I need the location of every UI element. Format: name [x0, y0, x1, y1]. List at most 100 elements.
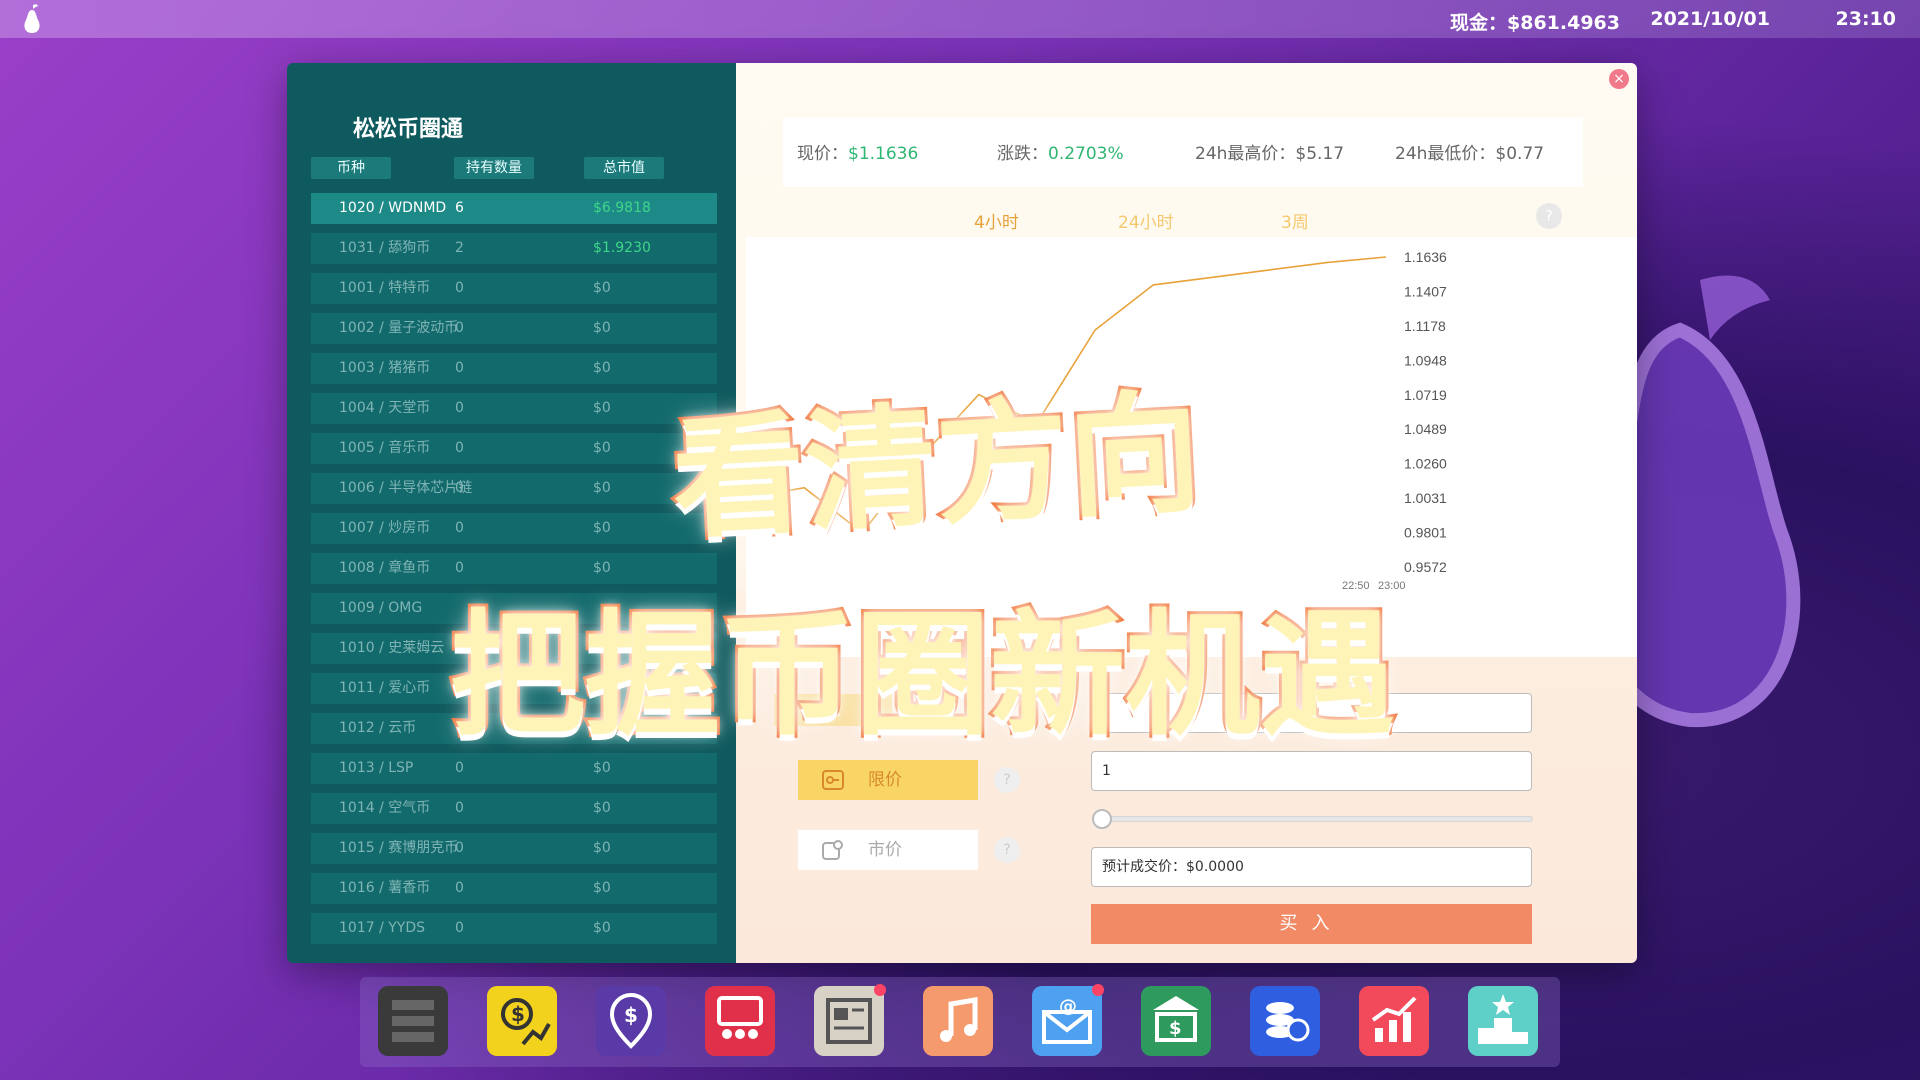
coin-name: 1010 / 史莱姆云 [339, 640, 445, 656]
coin-quantity: 0 [455, 360, 464, 376]
coin-name: 1013 / LSP [339, 760, 414, 776]
coin-value: $1.9230 [593, 240, 651, 256]
limit-help-icon[interactable]: ? [994, 767, 1020, 793]
app-title: 松松币圈通 [353, 117, 464, 142]
close-button[interactable]: × [1609, 69, 1629, 89]
coin-row[interactable]: 1002 / 量子波动币 0 $0 [311, 313, 717, 344]
coin-name: 1007 / 炒房币 [339, 520, 431, 536]
coin-name: 1011 / 爱心币 [339, 680, 431, 696]
price-stats: 现价：$1.1636 涨跌：0.2703% 24h最高价：$5.17 24h最低… [783, 117, 1583, 187]
market-order-label: 市价 [868, 840, 902, 860]
coin-value: $0 [593, 320, 611, 336]
coin-name: 1004 / 天堂币 [339, 400, 431, 416]
coin-name: 1008 / 章鱼币 [339, 560, 431, 576]
market-help-icon[interactable]: ? [994, 837, 1020, 863]
bank-icon[interactable]: $ [1141, 986, 1211, 1056]
date-display: 2021/10/01 [1650, 8, 1770, 30]
coin-row[interactable]: 1004 / 天堂币 0 $0 [311, 393, 717, 424]
coin-name: 1014 / 空气币 [339, 800, 431, 816]
newspaper-icon[interactable] [814, 984, 886, 1056]
coin-quantity: 6 [455, 200, 464, 216]
high-24h: 24h最高价：$5.17 [1195, 144, 1345, 164]
notification-badge [874, 984, 886, 996]
tab-4h[interactable]: 4小时 [974, 208, 1019, 233]
menu-bar: 现金：$861.4963 2021/10/01 23:10 [0, 0, 1920, 38]
stats-icon[interactable] [1359, 986, 1429, 1056]
column-header-coin: 币种 [311, 157, 391, 179]
y-tick-label: 1.1178 [1404, 318, 1446, 334]
coin-quantity: 0 [455, 480, 464, 496]
quantity-slider[interactable] [1101, 816, 1533, 822]
coin-name: 1001 / 特特币 [339, 280, 431, 296]
promo-headline-2: 把握币圈新机遇 [447, 594, 1398, 757]
pear-logo-icon[interactable] [20, 3, 44, 35]
coin-value: $0 [593, 840, 611, 856]
y-tick-label: 1.0031 [1404, 490, 1447, 506]
holdings-panel: 松松币圈通 币种 持有数量 总市值 1020 / WDNMD 6 $6.9818 10… [287, 63, 736, 963]
y-tick-label: 1.0719 [1404, 387, 1447, 403]
coin-name: 1012 / 云币 [339, 720, 417, 736]
coin-name: 1031 / 舔狗币 [339, 240, 431, 256]
chart-help-icon[interactable]: ? [1536, 203, 1562, 229]
coin-row[interactable]: 1014 / 空气币 0 $0 [311, 793, 717, 824]
price-change: 涨跌：0.2703% [997, 144, 1124, 164]
server-icon[interactable] [378, 986, 448, 1056]
time-range-tabs: 4小时 24小时 3周 [736, 208, 1637, 233]
tab-24h[interactable]: 24小时 [1118, 208, 1174, 233]
music-icon[interactable] [923, 986, 993, 1056]
mail-icon[interactable]: @ [1032, 984, 1104, 1056]
coin-quantity: 0 [455, 920, 464, 936]
coin-quantity: 0 [455, 800, 464, 816]
money-chart-icon[interactable]: $ [487, 986, 557, 1056]
coin-quantity: 0 [455, 840, 464, 856]
coin-quantity: 0 [455, 320, 464, 336]
ranking-icon[interactable] [1468, 986, 1538, 1056]
y-tick-label: 1.1407 [1404, 283, 1447, 299]
coin-value: $0 [593, 360, 611, 376]
coin-name: 1005 / 音乐币 [339, 440, 431, 456]
dock: $ $ @ $ [360, 977, 1560, 1067]
low-24h: 24h最低价：$0.77 [1395, 144, 1545, 164]
coin-row[interactable]: 1016 / 薯香币 0 $0 [311, 873, 717, 904]
y-tick-label: 1.1636 [1404, 249, 1447, 265]
coin-row[interactable]: 1001 / 特特币 0 $0 [311, 273, 717, 304]
coin-row[interactable]: 1006 / 半导体芯片链 0 $0 [311, 473, 717, 504]
market-order-button[interactable]: 市价 [798, 830, 978, 870]
tab-3w[interactable]: 3周 [1281, 208, 1309, 233]
dollar-pin-icon[interactable]: $ [596, 986, 666, 1056]
coin-name: 1015 / 赛博朋克币 [339, 840, 459, 856]
refresh-icon [822, 840, 843, 860]
coin-row[interactable]: 1017 / YYDS 0 $0 [311, 913, 717, 944]
y-tick-label: 0.9801 [1404, 525, 1447, 541]
coin-name: 1006 / 半导体芯片链 [339, 480, 473, 496]
coin-value: $0 [593, 920, 611, 936]
key-icon [822, 770, 844, 790]
coin-value: $6.9818 [593, 200, 651, 216]
coin-quantity: 2 [455, 240, 464, 256]
coin-row[interactable]: 1007 / 炒房币 0 $0 [311, 513, 717, 544]
coin-quantity: 0 [455, 440, 464, 456]
coin-row[interactable]: 1020 / WDNMD 6 $6.9818 [311, 193, 717, 224]
coin-name: 1017 / YYDS [339, 920, 426, 936]
column-header-quantity: 持有数量 [454, 157, 534, 179]
notification-badge [1092, 984, 1104, 996]
coin-value: $0 [593, 520, 611, 536]
coin-value: $0 [593, 440, 611, 456]
coin-value: $0 [593, 800, 611, 816]
coin-row[interactable]: 1005 / 音乐币 0 $0 [311, 433, 717, 464]
svg-text:$: $ [511, 1002, 525, 1026]
coin-row[interactable]: 1003 / 猪猪币 0 $0 [311, 353, 717, 384]
coin-quantity: 0 [455, 280, 464, 296]
coin-value: $0 [593, 880, 611, 896]
coin-row[interactable]: 1015 / 赛博朋克币 0 $0 [311, 833, 717, 864]
slider-handle[interactable] [1092, 809, 1112, 829]
buy-button[interactable]: 买入 [1091, 904, 1532, 944]
y-tick-label: 1.0489 [1404, 421, 1447, 437]
community-icon[interactable] [705, 986, 775, 1056]
coin-value: $0 [593, 280, 611, 296]
promo-headline-1: 看清方向 [666, 373, 1207, 560]
coins-icon[interactable] [1250, 986, 1320, 1056]
limit-order-button[interactable]: 限价 [798, 760, 978, 800]
coin-row[interactable]: 1031 / 舔狗币 2 $1.9230 [311, 233, 717, 264]
y-tick-label: 1.0948 [1404, 352, 1447, 368]
